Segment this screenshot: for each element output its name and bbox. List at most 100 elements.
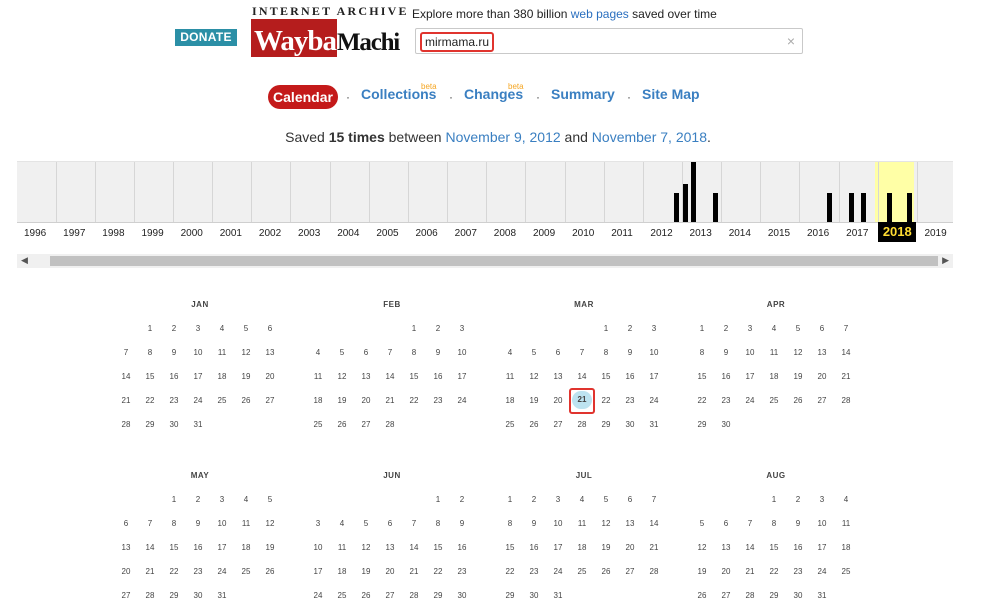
- year-label[interactable]: 2000: [181, 228, 203, 239]
- tab-collections[interactable]: Collections beta: [361, 82, 437, 102]
- calendar-day: 5: [363, 519, 369, 528]
- calendar-day: 1: [507, 495, 513, 504]
- year-separator: [251, 162, 253, 222]
- calendar-day: 16: [169, 372, 179, 381]
- scroll-right-icon[interactable]: ▶: [942, 255, 949, 266]
- calendar-day: 12: [337, 372, 347, 381]
- month-name: AUG: [766, 471, 786, 480]
- year-separator: [133, 162, 135, 222]
- last-capture-link[interactable]: November 7, 2018: [592, 129, 707, 145]
- year-label[interactable]: 2017: [846, 228, 868, 239]
- calendar-day: 6: [819, 324, 825, 333]
- year-separator: [447, 162, 449, 222]
- calendar-day: 16: [721, 372, 731, 381]
- year-label[interactable]: 2002: [259, 228, 281, 239]
- calendar-day: 1: [771, 495, 777, 504]
- tab-site-map[interactable]: Site Map: [642, 86, 700, 102]
- year-label[interactable]: 2015: [768, 228, 790, 239]
- calendar-day: 27: [385, 591, 395, 600]
- capture-bar[interactable]: [713, 193, 718, 222]
- tab-calendar[interactable]: Calendar: [268, 85, 338, 109]
- calendar-day: 13: [553, 372, 563, 381]
- calendar-day: 25: [337, 591, 347, 600]
- calendar-day: 21: [649, 543, 659, 552]
- year-label[interactable]: 2004: [337, 228, 359, 239]
- calendar-day: 27: [625, 567, 635, 576]
- calendar-day: 22: [145, 396, 155, 405]
- year-label[interactable]: 1996: [24, 228, 46, 239]
- year-label[interactable]: 2016: [807, 228, 829, 239]
- calendar-day: 8: [171, 519, 177, 528]
- capture-bar[interactable]: [674, 193, 679, 222]
- calendar-day: 20: [553, 396, 563, 405]
- calendar-day: 7: [843, 324, 849, 333]
- year-label[interactable]: 1999: [141, 228, 163, 239]
- calendar-day: 31: [193, 420, 203, 429]
- year-label[interactable]: 2011: [611, 228, 633, 239]
- year-label[interactable]: 2014: [729, 228, 751, 239]
- calendar-day: 15: [409, 372, 419, 381]
- calendar-day: 12: [361, 543, 371, 552]
- month-name: JAN: [191, 300, 209, 309]
- capture-bar[interactable]: [907, 193, 912, 222]
- year-label[interactable]: 2012: [650, 228, 672, 239]
- first-capture-link[interactable]: November 9, 2012: [445, 129, 560, 145]
- calendar-day: 7: [147, 519, 153, 528]
- selected-year-label[interactable]: 2018: [878, 222, 917, 242]
- calendar-day: 26: [241, 396, 251, 405]
- calendar-day: 29: [433, 591, 443, 600]
- year-label[interactable]: 2005: [376, 228, 398, 239]
- year-label[interactable]: 2001: [220, 228, 242, 239]
- capture-bar[interactable]: [683, 184, 688, 222]
- year-label[interactable]: 2013: [690, 228, 712, 239]
- capture-bar[interactable]: [861, 193, 866, 222]
- url-search-input[interactable]: mirmama.ru ×: [415, 28, 803, 54]
- capture-bar[interactable]: [849, 193, 854, 222]
- year-label[interactable]: 2007: [455, 228, 477, 239]
- tab-summary[interactable]: Summary: [551, 86, 615, 102]
- web-pages-link[interactable]: web pages: [571, 7, 629, 21]
- calendar-day: 6: [123, 519, 129, 528]
- calendar-day: 5: [531, 348, 537, 357]
- year-label[interactable]: 2019: [924, 228, 946, 239]
- calendar-day: 13: [121, 543, 131, 552]
- calendar-day: 22: [769, 567, 779, 576]
- month-name: APR: [766, 300, 786, 309]
- capture-bar[interactable]: [691, 162, 696, 222]
- year-separator: [603, 162, 605, 222]
- calendar-day: 31: [649, 420, 659, 429]
- year-label[interactable]: 2006: [416, 228, 438, 239]
- calendar-day: 28: [577, 420, 587, 429]
- tab-changes[interactable]: Changes beta: [464, 82, 524, 102]
- wayback-machine-logo[interactable]: Wayback Machine: [251, 17, 400, 59]
- capture-summary: Saved 15 times between November 9, 2012 …: [0, 129, 996, 145]
- year-label[interactable]: 2009: [533, 228, 555, 239]
- calendar-day: 3: [819, 495, 825, 504]
- calendar-day: 4: [579, 495, 585, 504]
- calendar-day: 22: [409, 396, 419, 405]
- calendar-day: 17: [313, 567, 323, 576]
- calendar-day: 19: [265, 543, 275, 552]
- calendar-day: 11: [769, 348, 779, 357]
- year-label[interactable]: 1997: [63, 228, 85, 239]
- clear-icon[interactable]: ×: [787, 33, 795, 49]
- year-label[interactable]: 2003: [298, 228, 320, 239]
- capture-timeline[interactable]: [17, 161, 953, 223]
- calendar-day: 14: [385, 372, 395, 381]
- year-label[interactable]: 1998: [102, 228, 124, 239]
- scroll-left-icon[interactable]: ◀: [21, 255, 28, 266]
- donate-button[interactable]: DONATE: [175, 29, 237, 46]
- calendar-day: 3: [555, 495, 561, 504]
- year-label[interactable]: 2010: [572, 228, 594, 239]
- scroll-thumb[interactable]: [50, 256, 938, 266]
- capture-bar[interactable]: [827, 193, 832, 222]
- search-value[interactable]: mirmama.ru: [420, 32, 495, 52]
- capture-bar[interactable]: [887, 193, 892, 222]
- calendar-day: 29: [505, 591, 515, 600]
- month-name: FEB: [383, 300, 401, 309]
- timeline-scrollbar[interactable]: ◀ ▶: [17, 254, 953, 268]
- calendar-day: 23: [433, 396, 443, 405]
- year-label[interactable]: 2008: [494, 228, 516, 239]
- calendar-day: 21: [385, 396, 395, 405]
- calendar-day: 2: [195, 495, 201, 504]
